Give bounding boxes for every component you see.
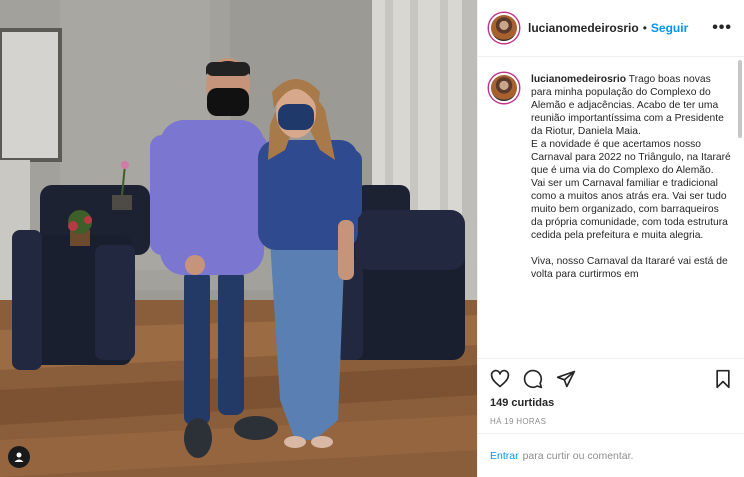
follow-button[interactable]: Seguir xyxy=(651,21,688,35)
caption-area[interactable]: lucianomedeirosrio Trago boas novas para… xyxy=(478,58,744,358)
heart-icon[interactable] xyxy=(490,369,510,389)
post-header: lucianomedeirosrio • Seguir ••• xyxy=(478,0,744,57)
caption-username[interactable]: lucianomedeirosrio xyxy=(531,74,626,85)
action-icons xyxy=(490,359,733,399)
post-actions: 149 curtidas HÁ 19 HORAS xyxy=(478,358,744,426)
photo-scene xyxy=(0,0,477,477)
login-prompt-text: para curtir ou comentar. xyxy=(522,449,634,462)
header-username[interactable]: lucianomedeirosrio xyxy=(528,21,639,35)
likes-count[interactable]: 149 curtidas xyxy=(490,397,733,409)
post-side-panel: lucianomedeirosrio • Seguir ••• lucianom… xyxy=(477,0,744,477)
login-link[interactable]: Entrar xyxy=(490,450,519,462)
post-photo[interactable] xyxy=(0,0,477,477)
caption-text: lucianomedeirosrio Trago boas novas para… xyxy=(531,73,731,358)
header-separator: • xyxy=(642,21,647,35)
bookmark-icon[interactable] xyxy=(713,369,733,389)
more-options-icon[interactable]: ••• xyxy=(712,19,732,37)
caption-body: Trago boas novas para minha população do… xyxy=(531,74,731,280)
user-tag-icon[interactable] xyxy=(8,446,30,468)
post-timestamp[interactable]: HÁ 19 HORAS xyxy=(490,417,733,426)
avatar[interactable] xyxy=(489,13,519,43)
share-icon[interactable] xyxy=(556,369,576,389)
login-to-comment: Entrar para curtir ou comentar. xyxy=(478,433,744,477)
comment-icon[interactable] xyxy=(523,369,543,389)
caption-scrollbar[interactable] xyxy=(738,60,742,138)
caption-avatar[interactable] xyxy=(489,73,519,103)
